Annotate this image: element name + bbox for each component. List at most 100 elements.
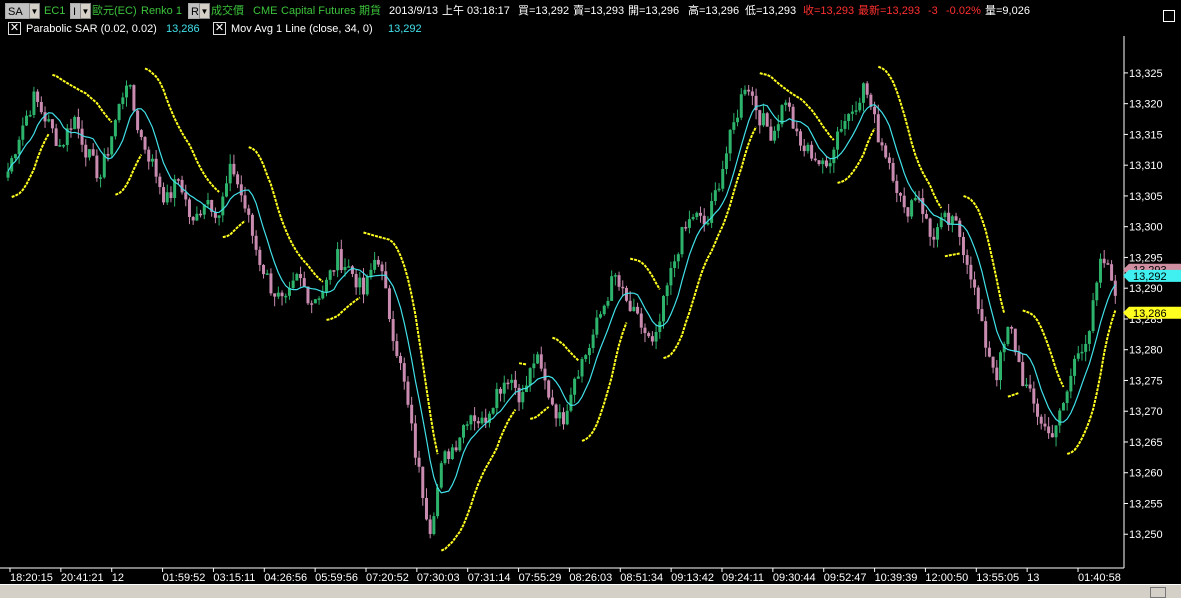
price-bar-body — [132, 85, 136, 111]
symbol-dropdown-icon[interactable]: ▼ — [29, 3, 40, 19]
price-bar-body — [499, 388, 503, 394]
price-bar-body — [1054, 425, 1058, 438]
price-bar-body — [810, 144, 814, 159]
chart-settings-icon[interactable] — [1163, 10, 1175, 22]
price-bar-body — [802, 145, 806, 152]
price-bar-body — [921, 198, 925, 214]
price-bar-body — [980, 309, 984, 322]
price-bar-body — [350, 266, 354, 274]
price-bar-body — [1098, 258, 1102, 283]
parabolic-sar-segment — [552, 336, 579, 362]
price-bar-body — [1032, 388, 1036, 404]
moving-average-line — [7, 104, 1116, 494]
open-price: 開=13,296 — [628, 5, 680, 17]
parabolic-sar-segment — [115, 154, 143, 196]
price-bar-body — [317, 298, 321, 300]
price-bar-body — [21, 125, 25, 140]
price-bar-body — [558, 412, 562, 419]
x-tick-label: 07:20:52 — [366, 572, 409, 584]
price-bar-body — [76, 116, 80, 129]
price-bar-body — [99, 177, 103, 179]
price-bar-body — [654, 331, 658, 342]
price-bar-body — [424, 497, 428, 520]
price-type-dropdown-icon[interactable]: ▼ — [199, 3, 210, 19]
price-bar-body — [961, 236, 965, 256]
price-bar-body — [854, 110, 858, 112]
bid-price: 買=13,292 — [518, 5, 570, 17]
price-bar-body — [84, 144, 88, 158]
price-bar-body — [699, 212, 703, 216]
price-bar-body — [324, 279, 328, 292]
price-bar-body — [1095, 282, 1099, 301]
x-tick-label: 13:55:05 — [976, 572, 1019, 584]
scrollbar-thumb[interactable] — [1150, 587, 1166, 598]
price-bar-body — [884, 145, 888, 158]
price-type: 成交價 — [211, 5, 244, 17]
x-tick-label: 05:59:56 — [315, 572, 358, 584]
y-tick-label: 13,325 — [1129, 68, 1163, 80]
price-bar-body — [628, 300, 632, 312]
price-bar-body — [958, 220, 962, 237]
price-bar-body — [247, 208, 251, 215]
price-bar-body — [28, 114, 32, 117]
price-bar-body — [339, 249, 343, 271]
y-tick-label: 13,270 — [1129, 406, 1163, 418]
last-price: 最新=13,293 — [858, 5, 921, 17]
price-bar-body — [1113, 280, 1117, 296]
price-chart[interactable]: 13,250 13,255 13,260 13,265 13,270 13,275 13,2… — [0, 0, 1181, 584]
price-bar-body — [717, 188, 721, 191]
price-bar-body — [676, 254, 680, 262]
price-bar-body — [632, 306, 636, 312]
price-bar-body — [187, 199, 191, 217]
close-indicator-sar-icon[interactable]: ✕ — [8, 22, 21, 35]
price-bar-body — [736, 117, 740, 123]
x-tick-label: 07:31:14 — [468, 572, 511, 584]
price-bar-body — [491, 408, 495, 414]
price-bar-body — [417, 457, 421, 467]
price-bar-body — [32, 91, 36, 115]
price-bar-body — [876, 114, 880, 143]
price-bar-body — [1076, 353, 1080, 359]
price-bar-body — [595, 317, 599, 335]
price-bar-body — [121, 97, 125, 105]
price-bar-body — [380, 264, 384, 272]
price-bar-body — [436, 487, 440, 517]
close-indicator-ma-icon[interactable]: ✕ — [213, 22, 226, 35]
price-bar-body — [328, 270, 332, 280]
parabolic-sar-segment — [52, 73, 113, 123]
price-bar-body — [928, 218, 932, 237]
price-bar-body — [276, 292, 280, 297]
price-bar-body — [191, 216, 195, 221]
parabolic-sar-segment — [326, 296, 361, 321]
price-bar-body — [510, 379, 514, 383]
close-price: 收=13,293 — [803, 5, 855, 17]
price-bar-body — [106, 154, 110, 156]
price-bar-body — [224, 183, 228, 197]
price-bar-body — [421, 466, 425, 498]
price-bar-body — [62, 145, 66, 147]
price-bar-body — [358, 277, 362, 288]
price-bar-body — [565, 410, 569, 425]
price-change: -3 — [928, 5, 938, 17]
price-bar-body — [680, 227, 684, 255]
price-bar-body — [643, 327, 647, 334]
price-bar-body — [265, 273, 269, 275]
price-bar-body — [1039, 416, 1043, 424]
quote-time: 上午 03:18:17 — [442, 5, 510, 17]
price-bar-body — [569, 394, 573, 411]
period-dropdown-icon[interactable]: ▼ — [80, 3, 91, 19]
price-bar-body — [254, 235, 258, 250]
price-bar-body — [713, 190, 717, 202]
price-bar-body — [832, 149, 836, 164]
price-bar-body — [432, 516, 436, 534]
price-bar-body — [162, 187, 166, 203]
price-bar-body — [554, 404, 558, 419]
price-bar-body — [843, 121, 847, 129]
parabolic-sar-segment — [222, 219, 246, 239]
price-bar-body — [550, 397, 554, 405]
price-bar-body — [932, 236, 936, 240]
chart-window: { "header": { "symbol_box": "SA", "symbo… — [0, 0, 1181, 598]
price-bar-body — [1110, 264, 1114, 281]
horizontal-scrollbar[interactable] — [0, 584, 1181, 598]
y-tick-label: 13,300 — [1129, 222, 1163, 234]
